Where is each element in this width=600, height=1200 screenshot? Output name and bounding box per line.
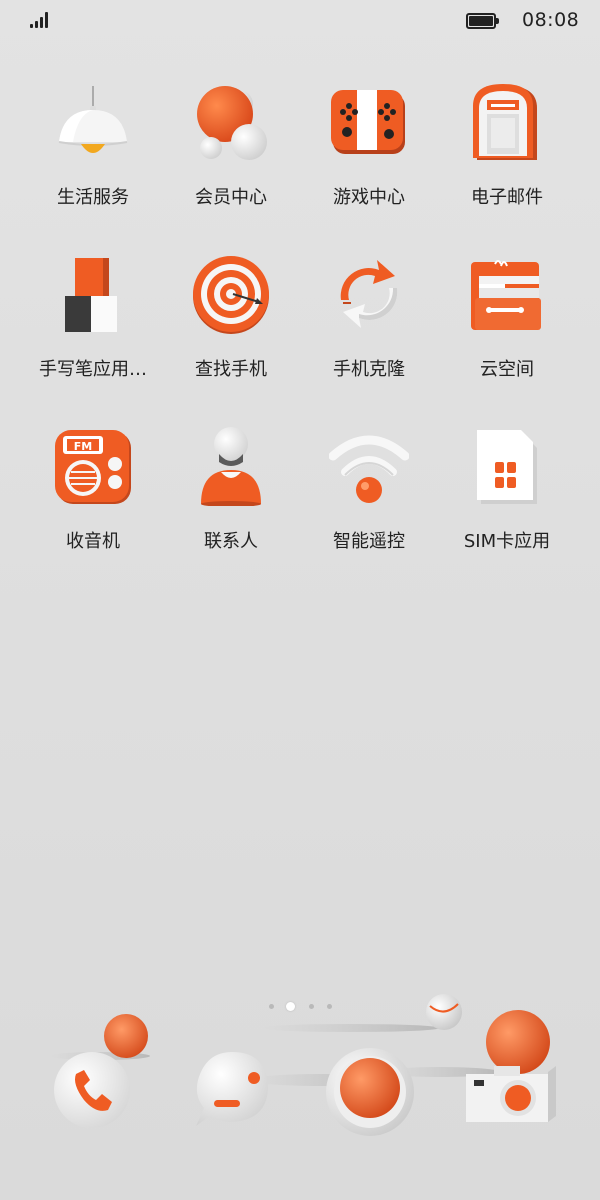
app-radio[interactable]: FM 收音机 bbox=[24, 424, 162, 564]
app-stylus[interactable]: 手写笔应用… bbox=[24, 252, 162, 392]
lamp-icon bbox=[58, 86, 128, 153]
app-sim-card[interactable]: SIM卡应用 bbox=[438, 424, 576, 564]
target-icon bbox=[193, 256, 269, 334]
remote-wifi-icon bbox=[329, 435, 409, 503]
app-life-services[interactable]: 生活服务 bbox=[24, 80, 162, 220]
dock-camera[interactable] bbox=[462, 1008, 562, 1138]
app-cloud-space[interactable]: 云空间 bbox=[438, 252, 576, 392]
svg-text:FM: FM bbox=[74, 440, 92, 453]
dock-phone[interactable] bbox=[48, 1010, 148, 1140]
status-time: 08:08 bbox=[522, 9, 580, 31]
app-label: 智能遥控 bbox=[333, 531, 405, 552]
app-phone-clone[interactable]: 手机克隆 bbox=[300, 252, 438, 392]
app-label: 查找手机 bbox=[195, 359, 267, 380]
battery-icon bbox=[466, 13, 499, 29]
app-game-center[interactable]: 游戏中心 bbox=[300, 80, 438, 220]
mailbox-icon bbox=[473, 84, 537, 160]
app-label: 生活服务 bbox=[57, 187, 129, 208]
app-label: 会员中心 bbox=[195, 187, 267, 208]
app-find-phone[interactable]: 查找手机 bbox=[162, 252, 300, 392]
app-label: 收音机 bbox=[66, 531, 120, 552]
app-email[interactable]: 电子邮件 bbox=[438, 80, 576, 220]
game-controller-icon bbox=[331, 90, 405, 154]
app-contacts[interactable]: 联系人 bbox=[162, 424, 300, 564]
stylus-blocks-icon bbox=[65, 258, 117, 332]
radio-icon: FM bbox=[55, 430, 131, 504]
status-bar: 08:08 bbox=[0, 0, 600, 42]
app-label: 联系人 bbox=[204, 531, 258, 552]
messages-icon bbox=[196, 1052, 268, 1126]
clone-arrows-icon bbox=[340, 260, 398, 328]
cloud-folder-icon bbox=[471, 260, 541, 330]
app-label: 电子邮件 bbox=[471, 187, 543, 208]
member-balls-icon bbox=[197, 86, 267, 160]
signal-icon bbox=[30, 12, 50, 28]
decor-ball-icon bbox=[426, 994, 462, 1030]
app-label: 云空间 bbox=[480, 359, 534, 380]
app-label: 游戏中心 bbox=[333, 187, 405, 208]
browser-icon bbox=[326, 1048, 414, 1136]
sim-card-icon bbox=[477, 430, 537, 504]
app-smart-remote[interactable]: 智能遥控 bbox=[300, 424, 438, 564]
dock-messages[interactable] bbox=[188, 1040, 288, 1170]
contact-person-icon bbox=[201, 427, 261, 506]
phone-icon bbox=[54, 1014, 148, 1128]
app-label: 手机克隆 bbox=[333, 359, 405, 380]
app-label: 手写笔应用… bbox=[39, 359, 147, 380]
app-member-center[interactable]: 会员中心 bbox=[162, 80, 300, 220]
app-label: SIM卡应用 bbox=[463, 531, 551, 552]
camera-icon bbox=[466, 1010, 556, 1122]
dock-browser[interactable] bbox=[324, 1040, 424, 1170]
dock bbox=[0, 994, 600, 1200]
